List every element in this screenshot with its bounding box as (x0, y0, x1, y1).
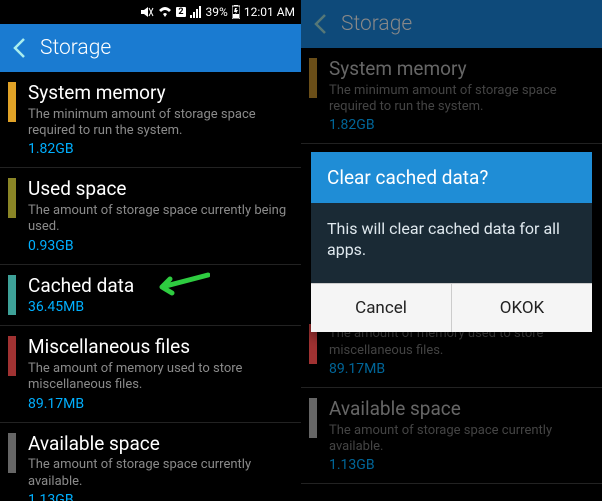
item-available-space[interactable]: Available space The amount of storage sp… (0, 423, 301, 501)
modal-overlay: Storage System memory The minimum amount… (301, 0, 602, 501)
swatch-icon (8, 82, 16, 122)
item-size: 1.13GB (329, 457, 588, 473)
item-title: Available space (329, 398, 588, 421)
item-size: 1.82GB (329, 117, 588, 133)
item-size: 36.45MB (28, 299, 287, 315)
item-sub: The amount of storage space currently av… (28, 457, 287, 490)
cancel-button[interactable]: Cancel (311, 284, 451, 332)
item-title: Miscellaneous files (28, 336, 287, 359)
item-system-memory[interactable]: System memory The minimum amount of stor… (0, 72, 301, 168)
screen-right: Ψ 2 39% 12:02 AM St (301, 0, 602, 501)
item-title: Cached data (28, 275, 287, 298)
dialog-buttons: Cancel OKOK (311, 283, 592, 332)
item-size: 0.93GB (28, 238, 287, 254)
statusbar: 2 39% 12:01 AM (0, 0, 301, 24)
dialog-clear-cache: Clear cached data? This will clear cache… (311, 152, 592, 332)
item-sub: The amount of memory used to store misce… (28, 361, 287, 394)
item-title: System memory (28, 82, 287, 105)
battery-icon (232, 5, 240, 19)
statusbar-icons: 2 (140, 6, 201, 18)
item-available-space: Available space The amount of storage sp… (301, 388, 602, 484)
dialog-title: Clear cached data? (311, 152, 592, 203)
swatch-icon (8, 433, 16, 473)
swatch-icon (309, 58, 317, 98)
wifi-icon (158, 6, 172, 18)
back-icon[interactable] (12, 37, 26, 59)
item-title: Used space (28, 178, 287, 201)
swatch-icon (309, 398, 317, 438)
item-cached-data[interactable]: Cached data 36.45MB (0, 265, 301, 327)
item-title: Available space (28, 433, 287, 456)
item-sub: The minimum amount of storage space requ… (329, 83, 588, 116)
header: Storage (0, 24, 301, 72)
swatch-icon (8, 178, 16, 218)
item-size: 89.17MB (329, 361, 588, 377)
dialog-body: This will clear cached data for all apps… (311, 203, 592, 283)
item-sub: The amount of storage space currently av… (329, 423, 588, 456)
item-sub: The amount of storage space currently be… (28, 203, 287, 236)
clock: 12:01 AM (244, 5, 295, 19)
swatch-icon (8, 275, 16, 315)
back-icon (313, 13, 327, 35)
screen-left: 2 39% 12:01 AM Storage System memory The… (0, 0, 301, 501)
item-sub: The minimum amount of storage space requ… (28, 107, 287, 140)
mute-icon (140, 6, 154, 18)
item-size: 89.17MB (28, 396, 287, 412)
swatch-icon (8, 336, 16, 376)
sim2-icon: 2 (176, 7, 185, 17)
battery-pct: 39% (206, 5, 228, 19)
ok-button[interactable]: OKOK (451, 284, 592, 332)
item-size: 1.82GB (28, 141, 287, 157)
item-title: System memory (329, 58, 588, 81)
storage-list: System memory The minimum amount of stor… (0, 72, 301, 501)
item-size: 1.13GB (28, 492, 287, 501)
item-misc-files[interactable]: Miscellaneous files The amount of memory… (0, 326, 301, 422)
signal-icon (190, 6, 202, 18)
header: Storage (301, 0, 602, 48)
item-system-memory: System memory The minimum amount of stor… (301, 48, 602, 144)
item-used-space[interactable]: Used space The amount of storage space c… (0, 168, 301, 264)
page-title: Storage (40, 36, 111, 60)
page-title: Storage (341, 12, 412, 36)
